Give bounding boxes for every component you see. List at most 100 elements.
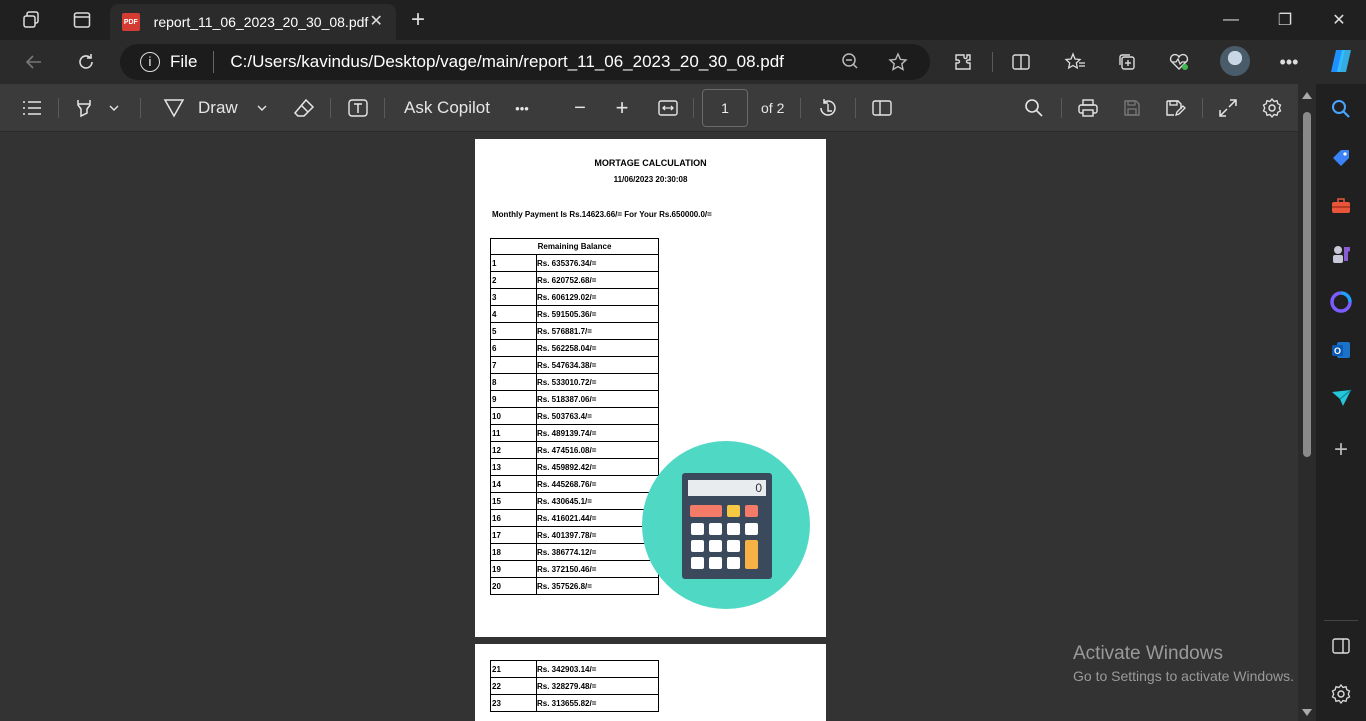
row-balance: Rs. 620752.68/= (536, 271, 659, 289)
tab-active[interactable]: PDF report_11_06_2023_20_30_08.pdf ✕ (110, 4, 396, 40)
contents-icon[interactable] (20, 96, 44, 120)
games-icon[interactable] (1329, 242, 1353, 266)
row-number: 21 (490, 660, 537, 678)
tab-close-icon[interactable]: ✕ (368, 14, 384, 30)
tab-actions-icon[interactable] (70, 8, 94, 32)
close-window-button[interactable]: ✕ (1316, 6, 1362, 34)
row-number: 6 (490, 339, 537, 357)
pdf-settings-icon[interactable] (1260, 96, 1284, 120)
print-icon[interactable] (1076, 96, 1100, 120)
row-balance: Rs. 459892.42/= (536, 458, 659, 476)
toolbar-divider (693, 98, 694, 118)
outlook-icon[interactable]: O (1329, 338, 1353, 362)
profile-avatar[interactable] (1220, 46, 1250, 76)
table-row: 3 Rs. 606129.02/= (490, 288, 659, 306)
table-row: 17 Rs. 401397.78/= (490, 526, 659, 544)
address-bar-row: i File C:/Users/kavindus/Desktop/vage/ma… (0, 40, 1366, 84)
zoom-icon[interactable] (840, 52, 860, 72)
pdf-viewer[interactable]: MORTAGE CALCULATION 11/06/2023 20:30:08 … (0, 132, 1300, 721)
calculator-icon: 0 (682, 473, 772, 579)
sidebar-settings-icon[interactable] (1329, 682, 1353, 706)
full-screen-icon[interactable] (1216, 96, 1240, 120)
extensions-icon[interactable] (950, 50, 976, 74)
rotate-icon[interactable] (816, 96, 840, 120)
row-number: 23 (490, 694, 537, 712)
copilot-sidebar-icon[interactable] (1329, 290, 1353, 314)
more-tools-button[interactable]: ••• (512, 96, 532, 120)
site-info-icon[interactable]: i (140, 52, 160, 72)
hide-sidebar-icon[interactable] (1329, 634, 1353, 658)
row-balance: Rs. 430645.1/= (536, 492, 659, 510)
row-number: 14 (490, 475, 537, 493)
watermark-title: Activate Windows (1073, 643, 1223, 664)
save-icon[interactable] (1120, 96, 1144, 120)
watermark-subtitle: Go to Settings to activate Windows. (1073, 668, 1294, 684)
calculator-key (745, 540, 758, 569)
restore-button[interactable]: ❐ (1262, 6, 1308, 34)
send-icon[interactable] (1329, 386, 1353, 410)
row-balance: Rs. 401397.78/= (536, 526, 659, 544)
settings-and-more-icon[interactable]: ••• (1276, 50, 1302, 74)
row-balance: Rs. 503763.4/= (536, 407, 659, 425)
tools-icon[interactable] (1329, 194, 1353, 218)
row-number: 15 (490, 492, 537, 510)
row-number: 8 (490, 373, 537, 391)
split-screen-icon[interactable] (1008, 50, 1034, 74)
refresh-button[interactable] (70, 48, 102, 76)
page-number-input[interactable]: 1 (702, 89, 748, 127)
calculator-key (727, 505, 740, 517)
table-row: 20 Rs. 357526.8/= (490, 577, 659, 595)
search-icon[interactable] (1022, 96, 1046, 120)
highlight-dropdown-chevron-icon[interactable] (106, 96, 122, 120)
favorite-star-icon[interactable] (888, 52, 908, 72)
shopping-tag-icon[interactable] (1329, 146, 1353, 170)
row-balance: Rs. 576881.7/= (536, 322, 659, 340)
row-number: 3 (490, 288, 537, 306)
url-text[interactable]: C:/Users/kavindus/Desktop/vage/main/repo… (230, 52, 784, 72)
draw-button[interactable]: Draw (198, 96, 238, 120)
ask-copilot-button[interactable]: Ask Copilot (404, 96, 490, 120)
calculator-display: 0 (688, 480, 766, 496)
row-balance: Rs. 518387.06/= (536, 390, 659, 408)
toolbar-divider (1202, 98, 1203, 118)
fit-to-width-icon[interactable] (656, 96, 680, 120)
page-view-icon[interactable] (870, 96, 894, 120)
back-button[interactable] (18, 48, 50, 76)
table-row: 13 Rs. 459892.42/= (490, 458, 659, 476)
url-bar[interactable]: i File C:/Users/kavindus/Desktop/vage/ma… (120, 44, 930, 80)
zoom-in-button[interactable]: + (612, 95, 632, 120)
toolbar-divider (992, 52, 993, 72)
add-text-icon[interactable] (346, 96, 370, 120)
draw-icon[interactable] (162, 96, 186, 120)
erase-icon[interactable] (292, 96, 316, 120)
scroll-down-arrow-icon[interactable] (1302, 709, 1312, 716)
file-scheme-label: File (170, 52, 198, 71)
table-row: 18 Rs. 386774.12/= (490, 543, 659, 561)
row-balance: Rs. 372150.46/= (536, 560, 659, 578)
vertical-scrollbar[interactable] (1298, 84, 1316, 721)
pdf-page-1: MORTAGE CALCULATION 11/06/2023 20:30:08 … (475, 139, 826, 637)
draw-dropdown-chevron-icon[interactable] (254, 96, 270, 120)
add-sidebar-app-icon[interactable]: + (1329, 436, 1353, 463)
scroll-thumb[interactable] (1303, 112, 1311, 457)
table-row: 12 Rs. 474516.08/= (490, 441, 659, 459)
row-balance: Rs. 328279.48/= (536, 677, 659, 695)
row-number: 13 (490, 458, 537, 476)
workspaces-icon[interactable] (20, 8, 44, 32)
table-row: 21 Rs. 342903.14/= (490, 660, 659, 678)
row-number: 1 (490, 254, 537, 272)
scroll-up-arrow-icon[interactable] (1302, 92, 1312, 99)
new-tab-button[interactable]: + (406, 6, 430, 33)
save-as-icon[interactable] (1163, 96, 1187, 120)
collections-icon[interactable] (1114, 50, 1140, 74)
search-icon[interactable] (1329, 97, 1353, 121)
browser-essentials-icon[interactable] (1166, 50, 1192, 74)
minimize-button[interactable]: — (1208, 6, 1254, 34)
zoom-out-button[interactable]: − (570, 96, 590, 120)
row-balance: Rs. 342903.14/= (536, 660, 659, 678)
copilot-icon[interactable] (1326, 46, 1356, 76)
calculator-key (727, 557, 740, 569)
highlight-icon[interactable] (72, 96, 96, 120)
pdf-page-2: 21 Rs. 342903.14/= 22 Rs. 328279.48/= 23 Rs. … (475, 644, 826, 721)
favorites-icon[interactable] (1062, 50, 1088, 74)
